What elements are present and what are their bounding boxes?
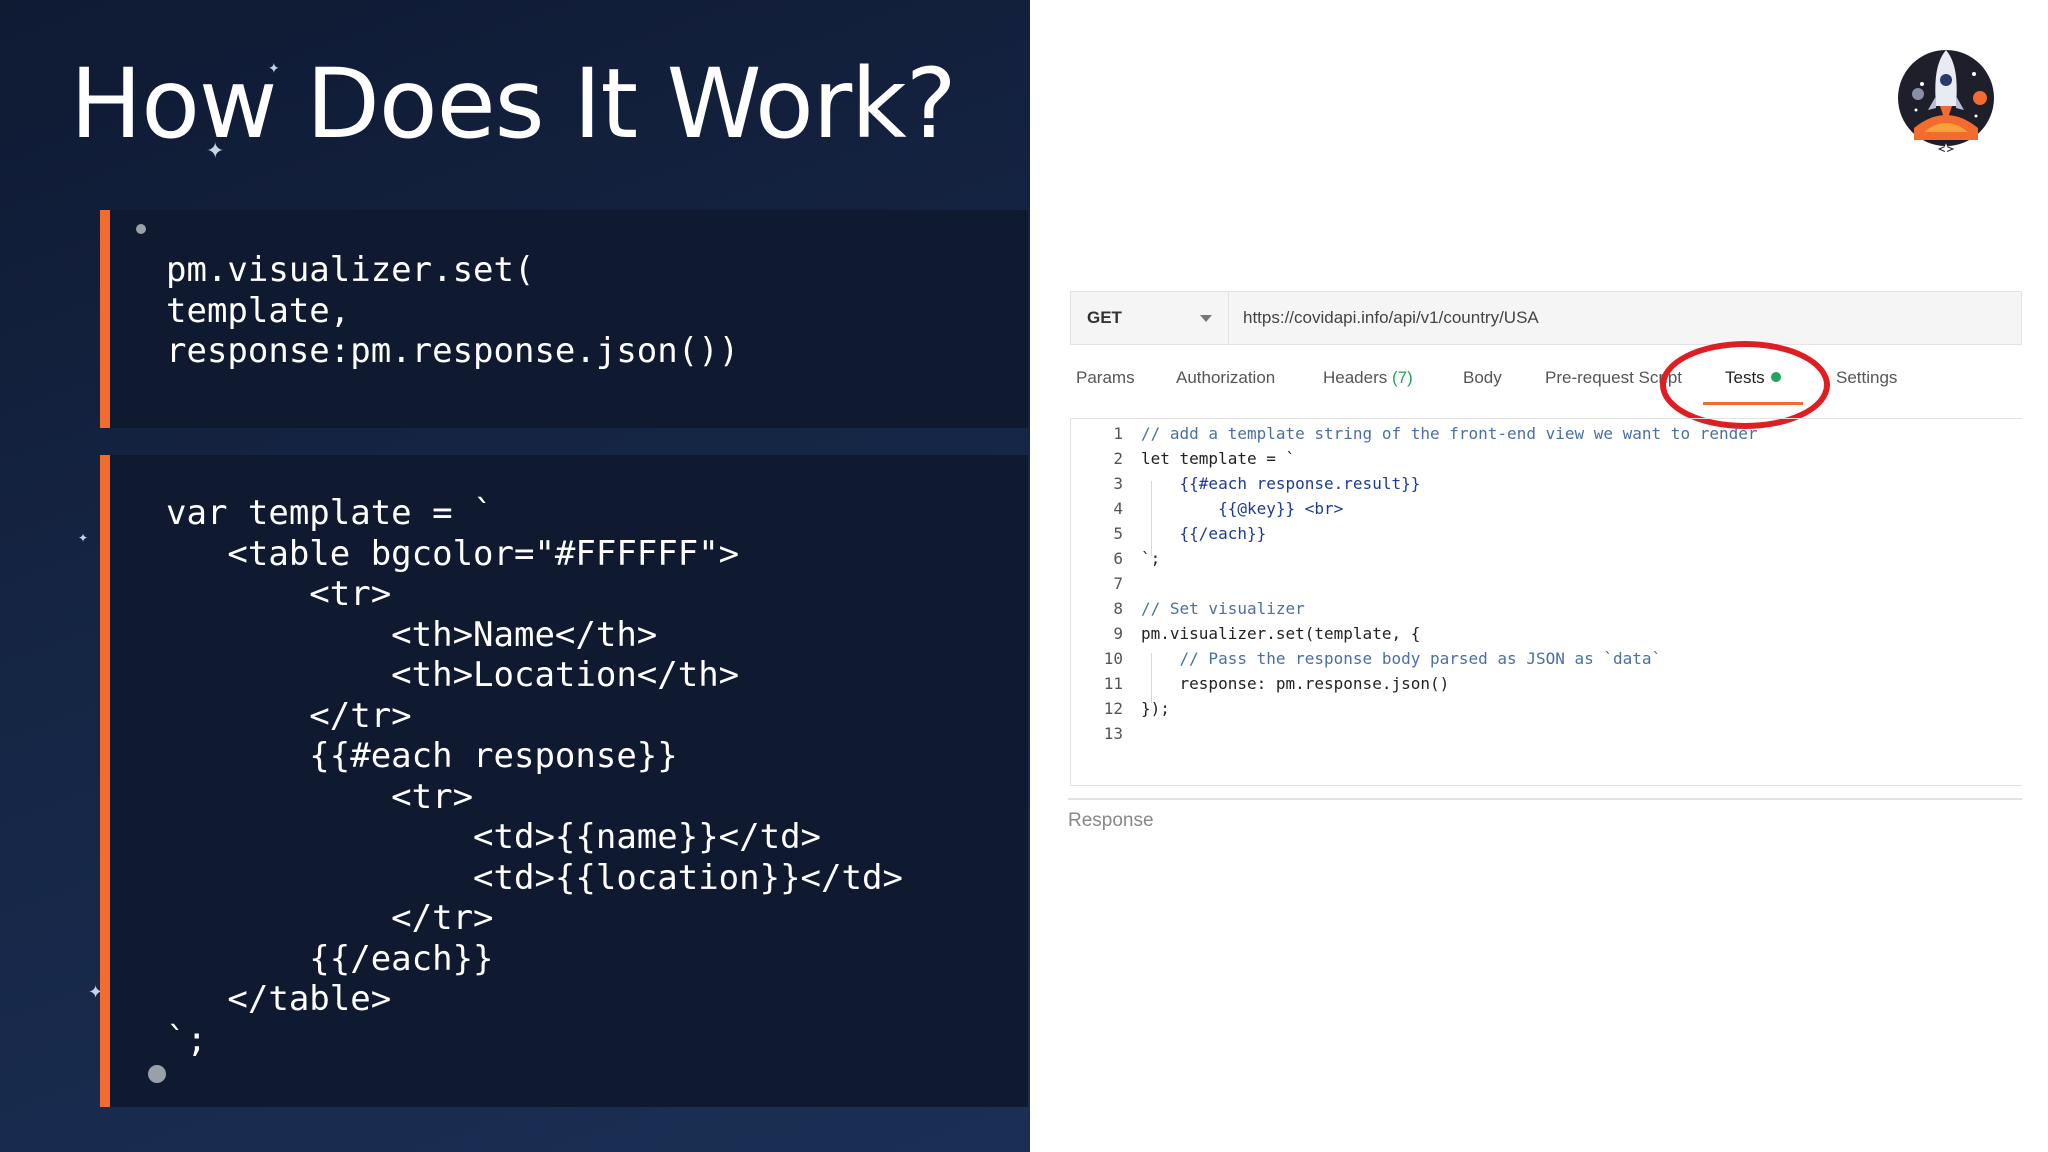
headers-count-badge: (7) [1392,368,1413,387]
line-number: 9 [1113,624,1123,643]
line-number: 13 [1103,724,1123,743]
code-comment: // add a template string of the front-en… [1141,424,1758,443]
line-number: 8 [1113,599,1123,618]
line-number: 5 [1113,524,1123,543]
code-block-visualizer-set: pm.visualizer.set( template, response:pm… [100,210,1028,428]
method-label: GET [1087,308,1122,327]
bullet-icon [148,1065,166,1083]
response-divider [1068,798,2022,800]
url-input[interactable]: https://covidapi.info/api/v1/country/USA [1229,308,1539,328]
code-snippet: var template = ` <table bgcolor="#FFFFFF… [166,493,903,1060]
editor-line: 11 response: pm.response.json() [1071,671,1450,696]
line-number: 4 [1113,499,1123,518]
code-text: let template = ` [1141,449,1296,468]
code-text: }); [1141,699,1170,718]
request-url-bar: GET https://covidapi.info/api/v1/country… [1070,291,2022,345]
editor-line: 9 pm.visualizer.set(template, { [1071,621,1420,646]
code-text: `; [1141,549,1161,568]
editor-line: 6 `; [1071,546,1160,571]
line-number: 12 [1103,699,1123,718]
response-section-label: Response [1068,810,1154,831]
slide-panel: ✦ ✦ ✦ ✦ ✦ ✦ How Does It Work? pm.visuali… [0,0,1030,1152]
code-snippet: pm.visualizer.set( template, response:pm… [166,250,740,371]
tab-body[interactable]: Body [1463,368,1502,388]
editor-line: 8 // Set visualizer [1071,596,1305,621]
code-comment: // Set visualizer [1141,599,1305,618]
code-comment: // Pass the response body parsed as JSON… [1141,649,1662,668]
line-number: 10 [1103,649,1123,668]
tab-authorization[interactable]: Authorization [1176,368,1275,388]
rocket-logo-icon [1898,50,1994,152]
editor-line: 7 [1071,571,1141,596]
line-number: 6 [1113,549,1123,568]
chevron-down-icon [1200,314,1212,322]
code-text: pm.visualizer.set(template, { [1141,624,1421,643]
slide-title: How Does It Work? [70,48,957,160]
editor-line: 12}); [1071,696,1170,721]
code-text: {{#each response.result}} [1141,474,1421,493]
tab-settings[interactable]: Settings [1836,368,1897,388]
line-number: 11 [1103,674,1123,693]
bullet-icon [136,224,146,234]
line-number: 7 [1113,574,1123,593]
highlight-annotation-circle [1660,341,1830,429]
tab-label: Headers [1323,368,1388,387]
line-number: 3 [1113,474,1123,493]
editor-line: 10 // Pass the response body parsed as J… [1071,646,1661,671]
line-number: 1 [1113,424,1123,443]
editor-line: 3 {{#each response.result}} [1071,471,1420,496]
code-block-template: var template = ` <table bgcolor="#FFFFFF… [100,455,1028,1107]
code-editor[interactable]: 1 // add a template string of the front-e… [1070,418,2022,786]
editor-line: 1 // add a template string of the front-e… [1071,421,1758,446]
line-number: 2 [1113,449,1123,468]
tab-params[interactable]: Params [1076,368,1135,388]
code-text: response: pm.response.json() [1141,674,1450,693]
sparkle-icon: ✦ [78,531,89,545]
editor-line: 5 {{/each}} [1071,521,1266,546]
tab-headers[interactable]: Headers (7) [1323,368,1413,388]
editor-line: 13 [1071,721,1141,746]
editor-line: 4 {{@key}} <br> [1071,496,1343,521]
editor-line: 2 let template = ` [1071,446,1295,471]
code-text: {{/each}} [1141,524,1267,543]
method-dropdown[interactable]: GET [1071,292,1229,344]
code-text: {{@key}} <br> [1141,499,1344,518]
